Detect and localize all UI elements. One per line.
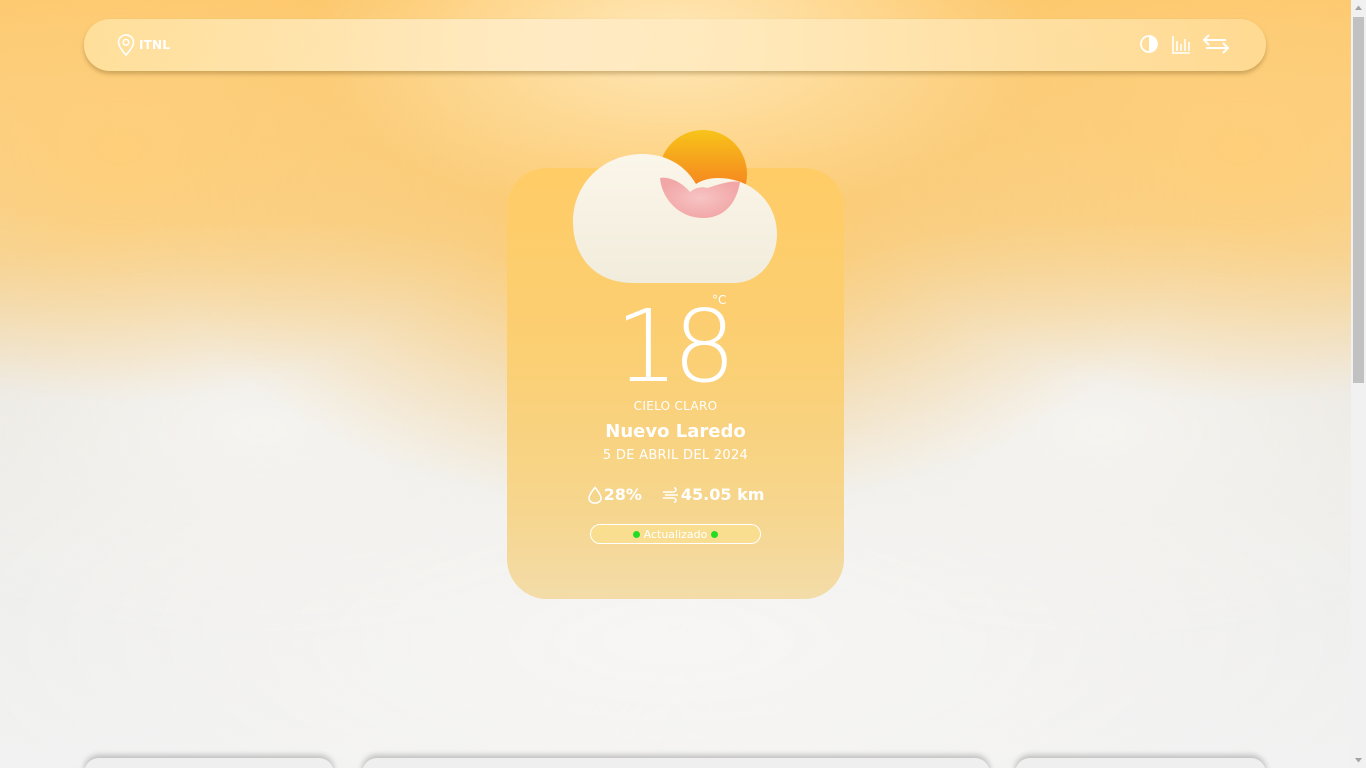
location-pin-icon: [117, 34, 135, 57]
status-dot-left: [632, 530, 640, 538]
toolbar: [1138, 33, 1230, 55]
temperature-value: 18: [615, 288, 736, 405]
scroll-up-arrow-icon[interactable]: [1351, 0, 1366, 15]
cloud-sun-icon: [573, 130, 777, 283]
wind-stat: 45.05 km: [662, 485, 765, 504]
forecast-card-left[interactable]: [84, 758, 334, 768]
weather-condition: CIELO CLARO: [633, 399, 718, 413]
humidity-value: 28%: [603, 485, 642, 504]
swap-icon[interactable]: [1202, 33, 1230, 55]
forecast-card-right[interactable]: [1015, 758, 1266, 768]
status-badge: Actualizado: [590, 524, 761, 544]
scroll-down-arrow-icon[interactable]: [1351, 753, 1366, 768]
scrollbar-thumb[interactable]: [1353, 17, 1364, 383]
forecast-card-center[interactable]: [362, 758, 990, 768]
temperature-unit: °C: [712, 293, 727, 307]
weather-stats: 28% 45.05 km: [507, 485, 844, 504]
wind-icon: [662, 486, 678, 503]
location-button[interactable]: ITNL: [116, 33, 170, 57]
date-label: 5 DE ABRIL DEL 2024: [602, 448, 749, 463]
humidity-stat: 28%: [587, 485, 642, 504]
droplet-icon: [587, 485, 602, 504]
status-dot-right: [711, 530, 719, 538]
city-name: Nuevo Laredo: [605, 421, 746, 442]
top-bar: ITNL: [84, 19, 1266, 71]
location-label: ITNL: [139, 38, 171, 52]
status-label: Actualizado: [643, 527, 708, 541]
chart-icon[interactable]: [1170, 33, 1192, 55]
wind-value: 45.05 km: [680, 485, 765, 504]
contrast-icon[interactable]: [1138, 33, 1160, 55]
